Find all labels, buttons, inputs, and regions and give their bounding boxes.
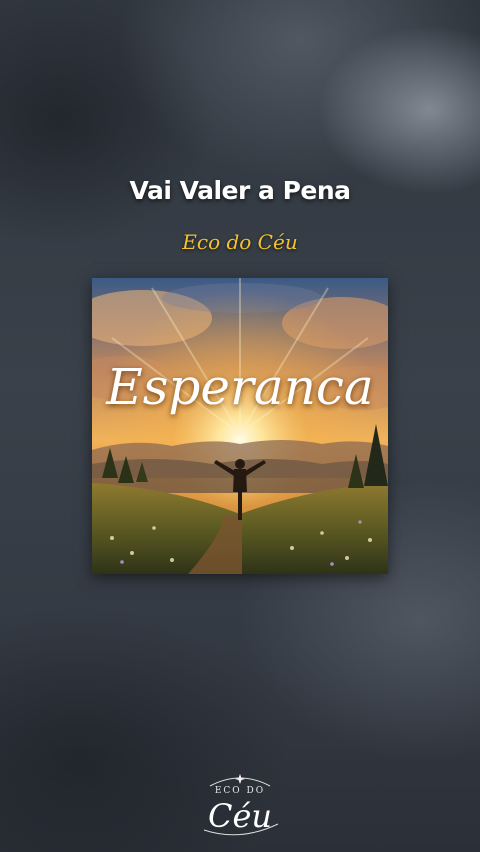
logo-top-text: ECO DO — [214, 786, 266, 796]
song-title: Vai Valer a Pena — [129, 176, 351, 205]
cover-title: Esperanca — [106, 358, 374, 416]
cover-artwork — [92, 278, 388, 574]
album-cover: Esperanca — [92, 278, 388, 574]
brand-logo: ECO DO Céu — [180, 772, 300, 842]
artist-name: Eco do Céu — [182, 230, 298, 254]
logo-main-text: Céu — [207, 797, 273, 835]
